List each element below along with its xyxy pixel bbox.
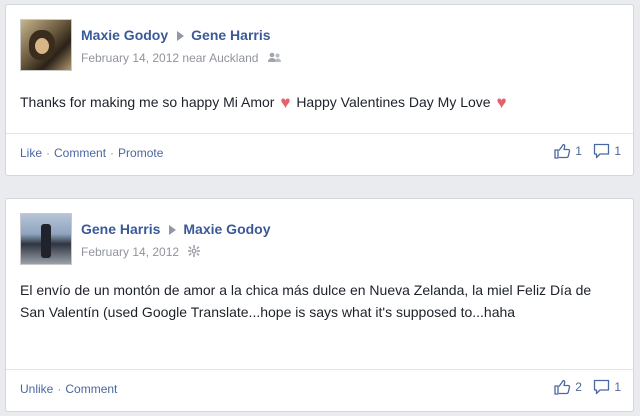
- separator-dot: ·: [46, 146, 51, 160]
- comment-count-button[interactable]: 1: [593, 379, 621, 395]
- author-link[interactable]: Gene Harris: [81, 221, 160, 237]
- comment-bubble-icon: [594, 143, 610, 159]
- avatar-face: [35, 38, 49, 54]
- comment-count: 1: [614, 144, 621, 158]
- separator-dot: ·: [110, 146, 115, 160]
- story-footer: Like · Comment · Promote 1 1: [6, 133, 633, 175]
- engagement-counts: 2 1: [546, 379, 621, 398]
- story-message: Thanks for making me so happy Mi Amor ♥ …: [20, 91, 613, 114]
- like-count-button[interactable]: 1: [554, 143, 582, 159]
- avatar[interactable]: [20, 19, 72, 71]
- story-message: El envío de un montón de amor a la chica…: [20, 282, 592, 320]
- heart-icon: ♥: [280, 93, 291, 112]
- like-link[interactable]: Like: [20, 146, 42, 160]
- recipient-link[interactable]: Maxie Godoy: [183, 221, 270, 237]
- timestamp[interactable]: February 14, 2012: [81, 51, 179, 65]
- like-count: 2: [575, 380, 582, 394]
- recipient-link[interactable]: Gene Harris: [191, 27, 270, 43]
- location-prefix: near: [182, 51, 207, 65]
- story-meta: February 14, 2012 near Auckland: [81, 51, 281, 66]
- engagement-counts: 1 1: [546, 143, 621, 162]
- like-count: 1: [575, 144, 582, 158]
- location-link[interactable]: Auckland: [209, 51, 258, 65]
- avatar[interactable]: [20, 213, 72, 265]
- like-count-button[interactable]: 2: [554, 379, 582, 395]
- thumbs-up-icon: [554, 143, 571, 159]
- story-footer: Unlike · Comment 2 1: [6, 369, 633, 411]
- action-links: Unlike · Comment: [20, 382, 117, 396]
- story-header: Maxie Godoy Gene Harris: [81, 27, 271, 43]
- arrow-right-icon: [177, 31, 185, 42]
- comment-count-button[interactable]: 1: [593, 143, 621, 159]
- promote-link[interactable]: Promote: [118, 146, 163, 160]
- avatar-figure: [41, 224, 51, 258]
- friends-icon[interactable]: [267, 52, 281, 66]
- action-links: Like · Comment · Promote: [20, 146, 163, 160]
- comment-count: 1: [614, 380, 621, 394]
- message-text-2: Happy Valentines Day My Love: [296, 94, 491, 110]
- separator-dot: ·: [57, 382, 62, 396]
- heart-icon: ♥: [496, 93, 507, 112]
- comment-bubble-icon: [594, 379, 610, 395]
- story-card: Maxie Godoy Gene Harris February 14, 2012…: [5, 4, 634, 176]
- thumbs-up-icon: [554, 379, 571, 395]
- author-link[interactable]: Maxie Godoy: [81, 27, 168, 43]
- comment-link[interactable]: Comment: [65, 382, 117, 396]
- story-meta: February 14, 2012: [81, 245, 201, 260]
- story-header: Gene Harris Maxie Godoy: [81, 221, 271, 237]
- message-text-1: Thanks for making me so happy Mi Amor: [20, 94, 275, 110]
- public-gear-icon[interactable]: [188, 245, 201, 260]
- story-card: Gene Harris Maxie Godoy February 14, 2012…: [5, 198, 634, 412]
- timestamp[interactable]: February 14, 2012: [81, 245, 179, 259]
- arrow-right-icon: [169, 225, 177, 236]
- unlike-link[interactable]: Unlike: [20, 382, 53, 396]
- comment-link[interactable]: Comment: [54, 146, 106, 160]
